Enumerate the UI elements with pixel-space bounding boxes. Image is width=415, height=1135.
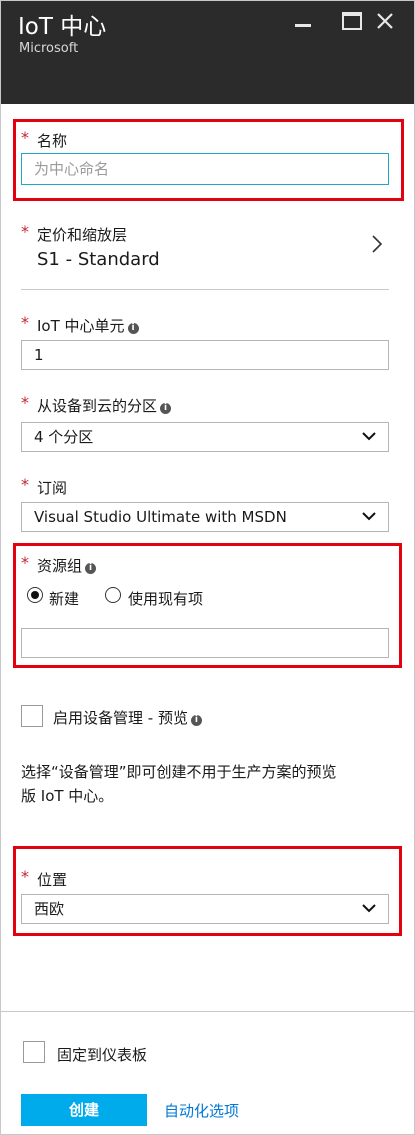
device-management-label: 启用设备管理 - 预览 i [53, 707, 202, 728]
chevron-right-icon[interactable] [371, 234, 383, 254]
pin-to-dashboard-checkbox[interactable] [23, 1041, 45, 1063]
partitions-select[interactable]: 4 个分区 [21, 422, 389, 452]
blade-header: IoT 中心 Microsoft [1, 1, 414, 104]
maximize-icon[interactable] [340, 9, 364, 33]
minimize-icon[interactable] [293, 9, 317, 33]
resource-group-label-text: 资源组 [37, 557, 83, 575]
radio-new-label[interactable]: 新建 [49, 588, 79, 609]
iot-hub-blade: IoT 中心 Microsoft * 名称 * 定价和缩放层 S1 - Stan… [0, 0, 415, 1135]
pricing-value[interactable]: S1 - Standard [37, 249, 160, 270]
name-label: 名称 [37, 132, 68, 150]
subscription-select[interactable]: Visual Studio Ultimate with MSDN [21, 502, 389, 532]
info-icon[interactable]: i [85, 563, 97, 574]
pin-to-dashboard-label[interactable]: 固定到仪表板 [57, 1044, 147, 1065]
units-label: IoT 中心单元 i [37, 315, 139, 336]
pricing-divider [21, 289, 389, 290]
required-asterisk: * [21, 222, 29, 241]
required-asterisk: * [21, 475, 29, 494]
partitions-label: 从设备到云的分区 i [37, 395, 172, 416]
resource-group-input[interactable] [21, 628, 389, 658]
device-management-label-text: 启用设备管理 - 预览 [53, 709, 188, 727]
required-asterisk: * [21, 393, 29, 412]
required-asterisk: * [21, 313, 29, 332]
subscription-value: Visual Studio Ultimate with MSDN [34, 508, 287, 526]
subscription-label: 订阅 [37, 479, 68, 497]
required-asterisk: * [21, 867, 29, 886]
info-icon[interactable]: i [190, 715, 202, 726]
location-label: 位置 [37, 871, 68, 889]
location-value: 西欧 [34, 900, 65, 918]
pricing-label: 定价和缩放层 [37, 226, 128, 244]
resource-group-label: 资源组 i [37, 555, 97, 576]
resource-group-text-input[interactable] [34, 629, 388, 657]
blade-subtitle: Microsoft [19, 41, 79, 56]
units-input[interactable]: 1 [21, 340, 389, 370]
blade-title: IoT 中心 [18, 14, 107, 40]
radio-use-existing[interactable] [105, 587, 121, 603]
info-icon[interactable]: i [160, 403, 172, 414]
device-management-checkbox[interactable] [21, 705, 43, 727]
required-asterisk: * [21, 553, 29, 572]
device-management-description-line1: 选择“设备管理”即可创建不用于生产方案的预览 [21, 763, 337, 781]
location-select[interactable]: 西欧 [21, 894, 389, 924]
partitions-value: 4 个分区 [34, 428, 94, 446]
units-value: 1 [34, 346, 44, 364]
automation-options-link[interactable]: 自动化选项 [164, 1100, 239, 1121]
required-asterisk: * [21, 128, 29, 147]
chevron-down-icon [362, 512, 376, 521]
close-icon[interactable] [373, 9, 397, 33]
device-management-description-line2: 版 IoT 中心。 [21, 787, 114, 805]
name-field[interactable] [21, 153, 389, 185]
radio-use-existing-label[interactable]: 使用现有项 [128, 588, 203, 609]
chevron-down-icon [362, 904, 376, 913]
footer-divider [1, 1011, 414, 1012]
name-input[interactable] [34, 154, 388, 184]
chevron-down-icon [362, 432, 376, 441]
create-button[interactable]: 创建 [21, 1094, 147, 1126]
units-label-text: IoT 中心单元 [37, 317, 125, 335]
radio-new[interactable] [27, 587, 43, 603]
partitions-label-text: 从设备到云的分区 [37, 397, 158, 415]
info-icon[interactable]: i [127, 323, 139, 334]
